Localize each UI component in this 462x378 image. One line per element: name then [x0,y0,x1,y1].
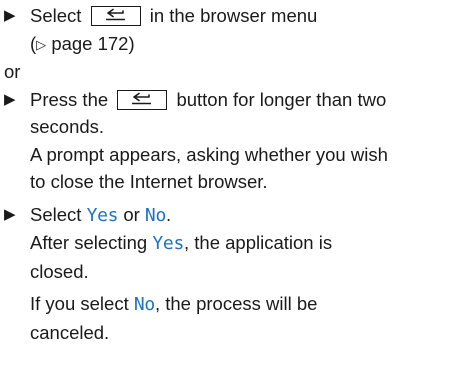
step-bullet: ▶ [4,205,16,223]
back-key-icon [90,6,141,26]
step-select-back: ▶ Select in the browser menu (▷ page 172… [4,2,462,58]
back-key-icon [117,89,168,110]
instructions: ▶ Select in the browser menu (▷ page 172… [4,2,462,346]
page-ref-arrow-icon: ▷ [36,36,47,52]
step-text: in the browser menu [149,5,318,26]
step-bullet: ▶ [4,7,16,24]
step-select-yes-no: ▶ Select Yes or No. After selecting Yes,… [4,201,462,347]
or-separator: or [4,61,21,82]
step-bullet: ▶ [4,90,16,108]
step-press-back: ▶ Press the button for longer than two s… [4,86,462,196]
page-reference: page 172) [51,32,135,54]
yes-option: Yes [152,233,184,254]
step-text: Select [30,5,82,26]
no-option: No [133,294,155,315]
no-option: No [144,204,166,226]
yes-option: Yes [86,204,119,226]
